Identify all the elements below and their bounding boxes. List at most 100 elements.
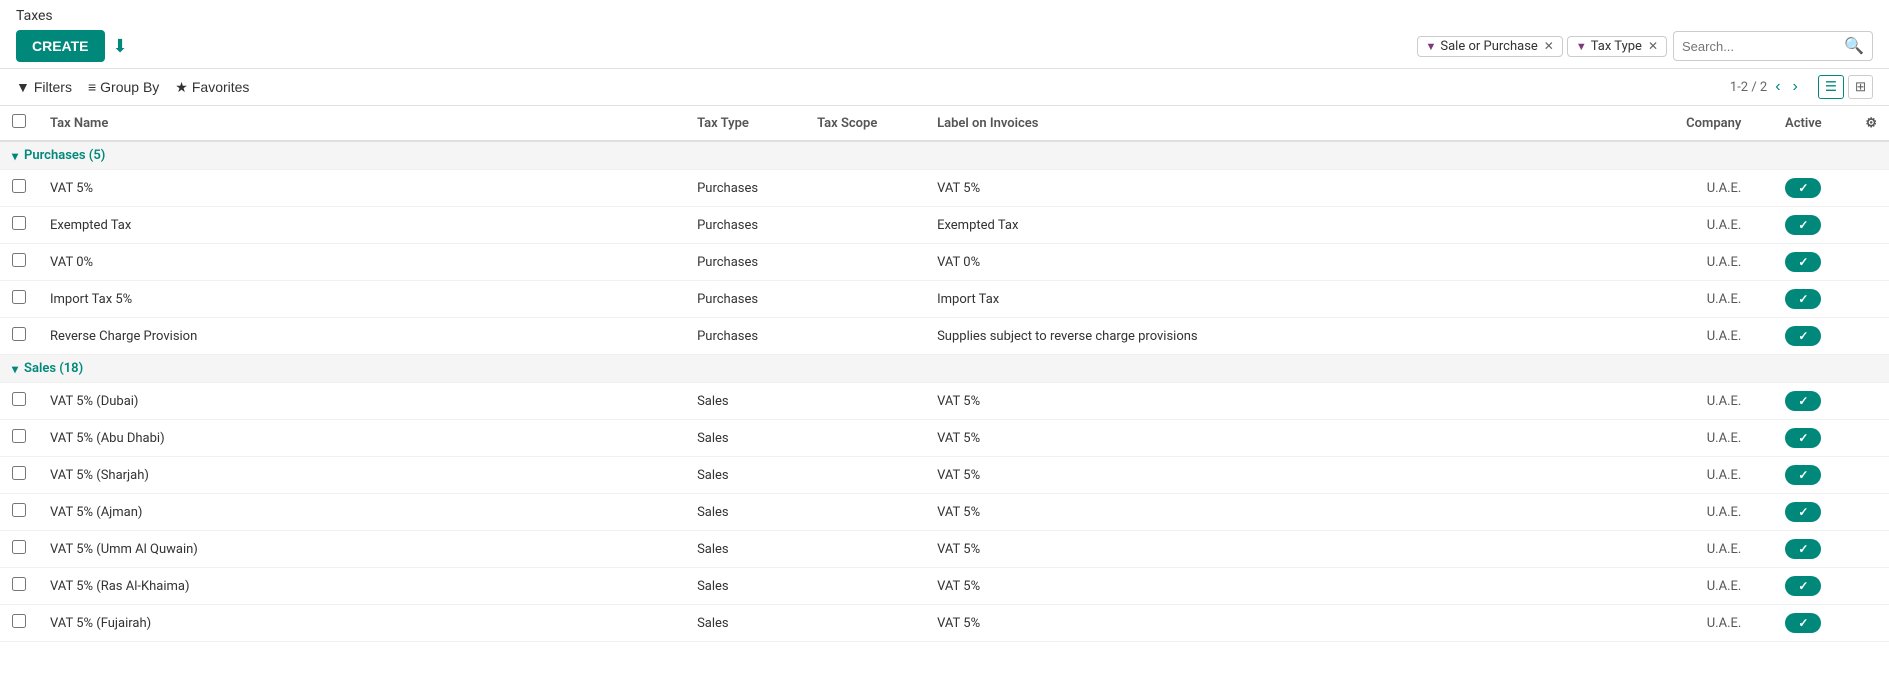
row-active-toggle[interactable] [1785,428,1821,448]
row-checkbox[interactable] [12,290,26,304]
row-tax-name[interactable]: VAT 5% [38,170,685,207]
group-by-button[interactable]: ≡ Group By [88,79,159,95]
table-row[interactable]: Reverse Charge Provision Purchases Suppl… [0,318,1889,355]
row-checkbox[interactable] [12,503,26,517]
row-checkbox-cell [0,568,38,605]
row-checkbox[interactable] [12,392,26,406]
row-checkbox[interactable] [12,429,26,443]
table-row[interactable]: VAT 5% (Sharjah) Sales VAT 5% U.A.E. [0,457,1889,494]
row-checkbox-cell [0,494,38,531]
row-tax-name[interactable]: VAT 5% (Umm Al Quwain) [38,531,685,568]
table-row[interactable]: VAT 5% (Umm Al Quwain) Sales VAT 5% U.A.… [0,531,1889,568]
row-tax-scope [805,170,925,207]
row-active-toggle[interactable] [1785,289,1821,309]
row-active-toggle[interactable] [1785,215,1821,235]
search-button[interactable]: 🔍 [1844,36,1864,56]
table-row[interactable]: VAT 5% (Fujairah) Sales VAT 5% U.A.E. [0,605,1889,642]
row-tax-name[interactable]: VAT 5% (Dubai) [38,383,685,420]
row-active-toggle[interactable] [1785,502,1821,522]
row-checkbox[interactable] [12,614,26,628]
row-active-toggle[interactable] [1785,252,1821,272]
table-row[interactable]: Import Tax 5% Purchases Import Tax U.A.E… [0,281,1889,318]
group-row-sales[interactable]: ▾ Sales (18) [0,355,1889,383]
favorites-button[interactable]: ★ Favorites [175,79,249,96]
table-row[interactable]: VAT 5% (Abu Dhabi) Sales VAT 5% U.A.E. [0,420,1889,457]
row-tax-name[interactable]: Import Tax 5% [38,281,685,318]
filters-button[interactable]: ▼ Filters [16,79,72,95]
row-tax-name[interactable]: VAT 5% (Abu Dhabi) [38,420,685,457]
row-tax-name[interactable]: VAT 5% (Fujairah) [38,605,685,642]
row-checkbox-cell [0,318,38,355]
table-row[interactable]: VAT 5% (Dubai) Sales VAT 5% U.A.E. [0,383,1889,420]
search-input[interactable] [1682,39,1844,54]
row-active-toggle[interactable] [1785,391,1821,411]
settings-icon[interactable]: ⚙ [1865,116,1877,131]
search-box[interactable]: 🔍 [1673,31,1873,61]
row-label: VAT 5% [925,494,1633,531]
pagination: 1-2 / 2 ‹ › ☰ ⊞ [1730,75,1873,99]
row-checkbox[interactable] [12,216,26,230]
row-checkbox[interactable] [12,577,26,591]
select-all-checkbox[interactable] [12,114,26,128]
create-button[interactable]: CREATE [16,30,105,62]
row-tax-name[interactable]: VAT 5% (Sharjah) [38,457,685,494]
row-label: VAT 5% [925,170,1633,207]
group-chevron-sales: ▾ [12,362,18,376]
row-active-toggle[interactable] [1785,326,1821,346]
row-checkbox[interactable] [12,179,26,193]
table-row[interactable]: VAT 5% Purchases VAT 5% U.A.E. [0,170,1889,207]
row-active-cell [1753,568,1853,605]
row-tax-scope [805,420,925,457]
row-active-toggle[interactable] [1785,178,1821,198]
table-row[interactable]: VAT 5% (Ras Al-Khaima) Sales VAT 5% U.A.… [0,568,1889,605]
row-active-toggle[interactable] [1785,613,1821,633]
row-company: U.A.E. [1633,318,1753,355]
row-tax-type: Sales [685,457,805,494]
row-checkbox[interactable] [12,327,26,341]
download-icon[interactable]: ⬇ [113,36,128,57]
row-actions-cell [1853,207,1889,244]
row-company: U.A.E. [1633,457,1753,494]
group-row-purchases[interactable]: ▾ Purchases (5) [0,141,1889,170]
row-active-toggle[interactable] [1785,465,1821,485]
row-active-cell [1753,531,1853,568]
row-tax-name[interactable]: Exempted Tax [38,207,685,244]
row-tax-type: Sales [685,383,805,420]
row-label: VAT 0% [925,244,1633,281]
row-company: U.A.E. [1633,420,1753,457]
pagination-next[interactable]: › [1789,76,1802,98]
row-actions-cell [1853,383,1889,420]
table-row[interactable]: VAT 0% Purchases VAT 0% U.A.E. [0,244,1889,281]
remove-tax-type-filter[interactable]: ✕ [1648,39,1658,53]
row-checkbox[interactable] [12,466,26,480]
table-row[interactable]: Exempted Tax Purchases Exempted Tax U.A.… [0,207,1889,244]
group-chevron-purchases: ▾ [12,149,18,163]
list-view-button[interactable]: ☰ [1818,75,1844,99]
row-tax-name[interactable]: VAT 5% (Ajman) [38,494,685,531]
row-checkbox[interactable] [12,253,26,267]
group-title-purchases: Purchases (5) [24,148,105,163]
filter-chip-tax-type[interactable]: ▼ Tax Type ✕ [1567,36,1667,57]
row-tax-type: Purchases [685,170,805,207]
row-tax-scope [805,605,925,642]
header-tax-type: Tax Type [685,106,805,141]
row-active-toggle[interactable] [1785,539,1821,559]
header-company: Company [1633,106,1753,141]
filter-chip-sale-or-purchase[interactable]: ▼ Sale or Purchase ✕ [1417,36,1563,57]
row-active-toggle[interactable] [1785,576,1821,596]
row-checkbox[interactable] [12,540,26,554]
row-tax-name[interactable]: VAT 5% (Ras Al-Khaima) [38,568,685,605]
table-row[interactable]: VAT 5% (Ajman) Sales VAT 5% U.A.E. [0,494,1889,531]
pagination-prev[interactable]: ‹ [1771,76,1784,98]
row-tax-name[interactable]: VAT 0% [38,244,685,281]
row-active-cell [1753,244,1853,281]
row-tax-scope [805,568,925,605]
header-tax-name: Tax Name [38,106,685,141]
row-label: VAT 5% [925,457,1633,494]
row-active-cell [1753,494,1853,531]
row-actions-cell [1853,170,1889,207]
kanban-view-button[interactable]: ⊞ [1848,75,1873,99]
remove-sale-or-purchase-filter[interactable]: ✕ [1544,39,1554,53]
row-tax-name[interactable]: Reverse Charge Provision [38,318,685,355]
row-active-cell [1753,383,1853,420]
